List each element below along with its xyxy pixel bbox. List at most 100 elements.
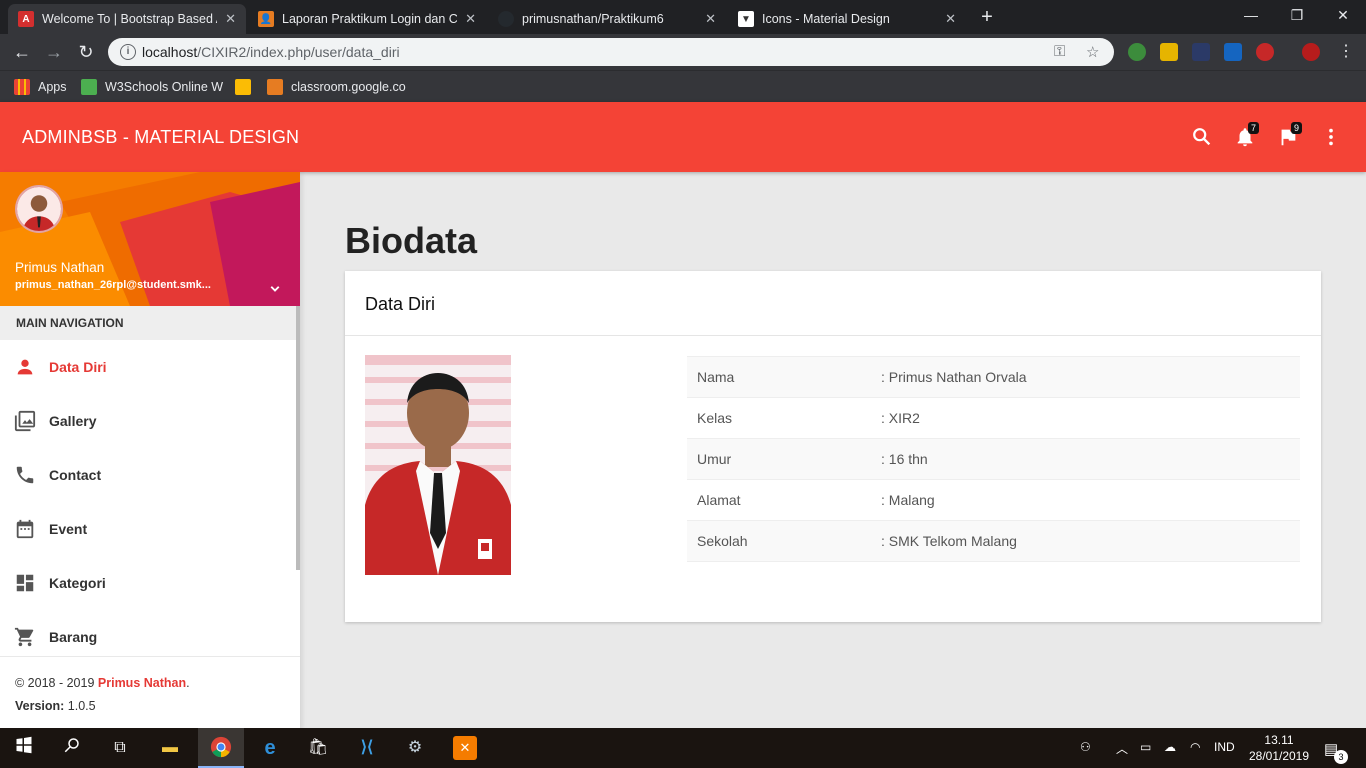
close-window-button[interactable]: ✕ — [1320, 0, 1366, 30]
biodata-table: Nama: Primus Nathan Orvala Kelas: XIR2 U… — [687, 356, 1300, 562]
row-key: Alamat — [687, 479, 871, 521]
search-icon[interactable] — [60, 736, 84, 760]
new-tab-button[interactable]: + — [976, 6, 998, 28]
close-tab-icon[interactable]: ✕ — [465, 11, 476, 27]
bookmark-label: W3Schools Online W — [105, 80, 224, 94]
menu-dots-icon[interactable]: ⋮ — [1338, 41, 1354, 61]
card-title: Data Diri — [345, 271, 1321, 336]
browser-tab[interactable]: primusnathan/Praktikum6 ✕ — [488, 4, 726, 34]
chevron-down-icon[interactable] — [266, 280, 284, 301]
sidebar-item-label: Gallery — [49, 413, 97, 429]
sidebar-item-data-diri[interactable]: Data Diri — [0, 340, 296, 394]
biodata-card: Data Diri Nama: Primus Nathan Orvala Ke… — [345, 271, 1321, 622]
address-bar[interactable]: i localhost/CIXIR2/index.php/user/data_d… — [108, 38, 1114, 66]
key-icon[interactable]: ⚿ — [1054, 43, 1065, 60]
search-icon[interactable] — [1191, 126, 1215, 150]
reload-button[interactable]: ↻ — [74, 40, 98, 64]
dashboard-icon — [16, 574, 34, 592]
star-icon[interactable]: ☆ — [1086, 43, 1099, 61]
notifications-badge: 7 — [1248, 122, 1260, 134]
user-email: primus_nathan_26rpl@student.smk... — [15, 279, 211, 291]
chevron-up-icon[interactable]: ︿ — [1116, 740, 1128, 757]
page-title: Biodata — [345, 220, 478, 261]
action-center-badge: 3 — [1334, 750, 1348, 764]
table-row: Sekolah: SMK Telkom Malang — [687, 520, 1300, 562]
row-key: Umur — [687, 438, 871, 480]
sidebar-item-event[interactable]: Event — [0, 502, 296, 556]
left-sidebar: Primus Nathan primus_nathan_26rpl@studen… — [0, 172, 300, 728]
browser-tab[interactable]: ▼ Icons - Material Design ✕ — [728, 4, 966, 34]
version-label: Version: — [15, 699, 65, 713]
sidebar-item-label: Data Diri — [49, 359, 107, 375]
wifi-icon[interactable]: ◠ — [1190, 740, 1200, 754]
user-name: Primus Nathan — [15, 260, 105, 275]
steam-icon[interactable]: ⚙ — [403, 736, 427, 760]
info-icon[interactable]: i — [120, 44, 136, 60]
avatar[interactable] — [15, 185, 63, 233]
close-tab-icon[interactable]: ✕ — [945, 11, 956, 27]
cloud-icon[interactable]: ☁ — [1164, 740, 1176, 754]
more-vert-icon[interactable] — [1320, 126, 1344, 150]
back-button[interactable]: ← — [10, 40, 34, 64]
flag-icon[interactable]: 9 — [1277, 122, 1303, 150]
language-indicator[interactable]: IND — [1214, 740, 1235, 754]
xampp-icon[interactable]: ✕ — [453, 736, 477, 760]
notifications-icon[interactable]: 7 — [1234, 122, 1260, 150]
extension-u-icon[interactable] — [1192, 43, 1210, 61]
main-content: Biodata Data Diri Nama: Primus Nathan O… — [300, 172, 1366, 728]
sidebar-item-label: Kategori — [49, 575, 106, 591]
close-tab-icon[interactable]: ✕ — [225, 11, 236, 27]
edge-icon[interactable]: e — [258, 736, 282, 760]
profile-avatar[interactable] — [1302, 43, 1320, 61]
table-row: Nama: Primus Nathan Orvala — [687, 356, 1300, 398]
phone-icon — [16, 466, 34, 484]
sidebar-item-contact[interactable]: Contact — [0, 448, 296, 502]
windows-start-icon[interactable] — [12, 736, 36, 760]
profile-photo — [365, 355, 511, 575]
bookmark-label: classroom.google.co — [291, 80, 406, 94]
adblock-icon[interactable] — [1256, 43, 1274, 61]
taskbar-clock[interactable]: 13.11 28/01/2019 — [1246, 732, 1312, 764]
extension-icon[interactable] — [1128, 43, 1146, 61]
browser-tab[interactable]: 👤 Laporan Praktikum Login dan CRU ✕ — [248, 4, 486, 34]
row-key: Sekolah — [687, 520, 871, 562]
forward-button[interactable]: → — [42, 40, 66, 64]
sidebar-item-kategori[interactable]: Kategori — [0, 556, 296, 610]
copyright-line: © 2018 - 2019 Primus Nathan. — [15, 672, 285, 695]
row-key: Nama — [687, 356, 871, 398]
battery-icon[interactable]: ▭ — [1140, 740, 1151, 754]
bookmark-classroom[interactable] — [235, 78, 259, 96]
table-row: Kelas: XIR2 — [687, 397, 1300, 439]
store-icon[interactable]: 🛍 — [306, 736, 330, 760]
task-view-icon[interactable]: ⧉ — [108, 736, 132, 760]
tab-title: Welcome To | Bootstrap Based Ad — [42, 12, 218, 26]
tasks-badge: 9 — [1291, 122, 1303, 134]
people-icon[interactable]: ⚇ — [1080, 740, 1091, 754]
minimize-button[interactable]: — — [1228, 0, 1274, 30]
material-icon: ▼ — [738, 11, 754, 27]
row-key: Kelas — [687, 397, 871, 439]
menu-header: MAIN NAVIGATION — [0, 306, 296, 340]
bookmark-classroom-google[interactable]: classroom.google.co — [267, 78, 406, 96]
file-explorer-icon[interactable]: ▬ — [158, 736, 182, 760]
version-value: 1.0.5 — [64, 699, 96, 713]
browser-tab-active[interactable]: A Welcome To | Bootstrap Based Ad ✕ — [8, 4, 246, 34]
vscode-icon[interactable]: ⟩⟨ — [355, 736, 379, 760]
close-tab-icon[interactable]: ✕ — [705, 11, 716, 27]
bookmark-w3schools[interactable]: W3Schools Online W — [81, 78, 223, 96]
sidebar-item-gallery[interactable]: Gallery — [0, 394, 296, 448]
calendar-icon — [16, 519, 34, 539]
maximize-button[interactable]: ❐ — [1274, 0, 1320, 30]
row-value: : 16 thn — [871, 438, 1300, 480]
brand-title[interactable]: ADMINBSB - MATERIAL DESIGN — [22, 127, 299, 148]
bookmark-apps[interactable]: Apps — [14, 78, 67, 96]
apps-grid-icon — [14, 79, 30, 95]
chrome-icon[interactable] — [209, 736, 233, 760]
sidebar-footer: © 2018 - 2019 Primus Nathan. Version: 1.… — [0, 656, 300, 728]
bookmarks-bar: Apps W3Schools Online W classroom.google… — [0, 70, 1366, 102]
version-line: Version: 1.0.5 — [15, 695, 285, 718]
extension-v-icon[interactable] — [1160, 43, 1178, 61]
sidebar-item-label: Event — [49, 521, 88, 537]
copyright-link[interactable]: Primus Nathan — [98, 676, 186, 690]
extension-i-icon[interactable] — [1224, 43, 1242, 61]
